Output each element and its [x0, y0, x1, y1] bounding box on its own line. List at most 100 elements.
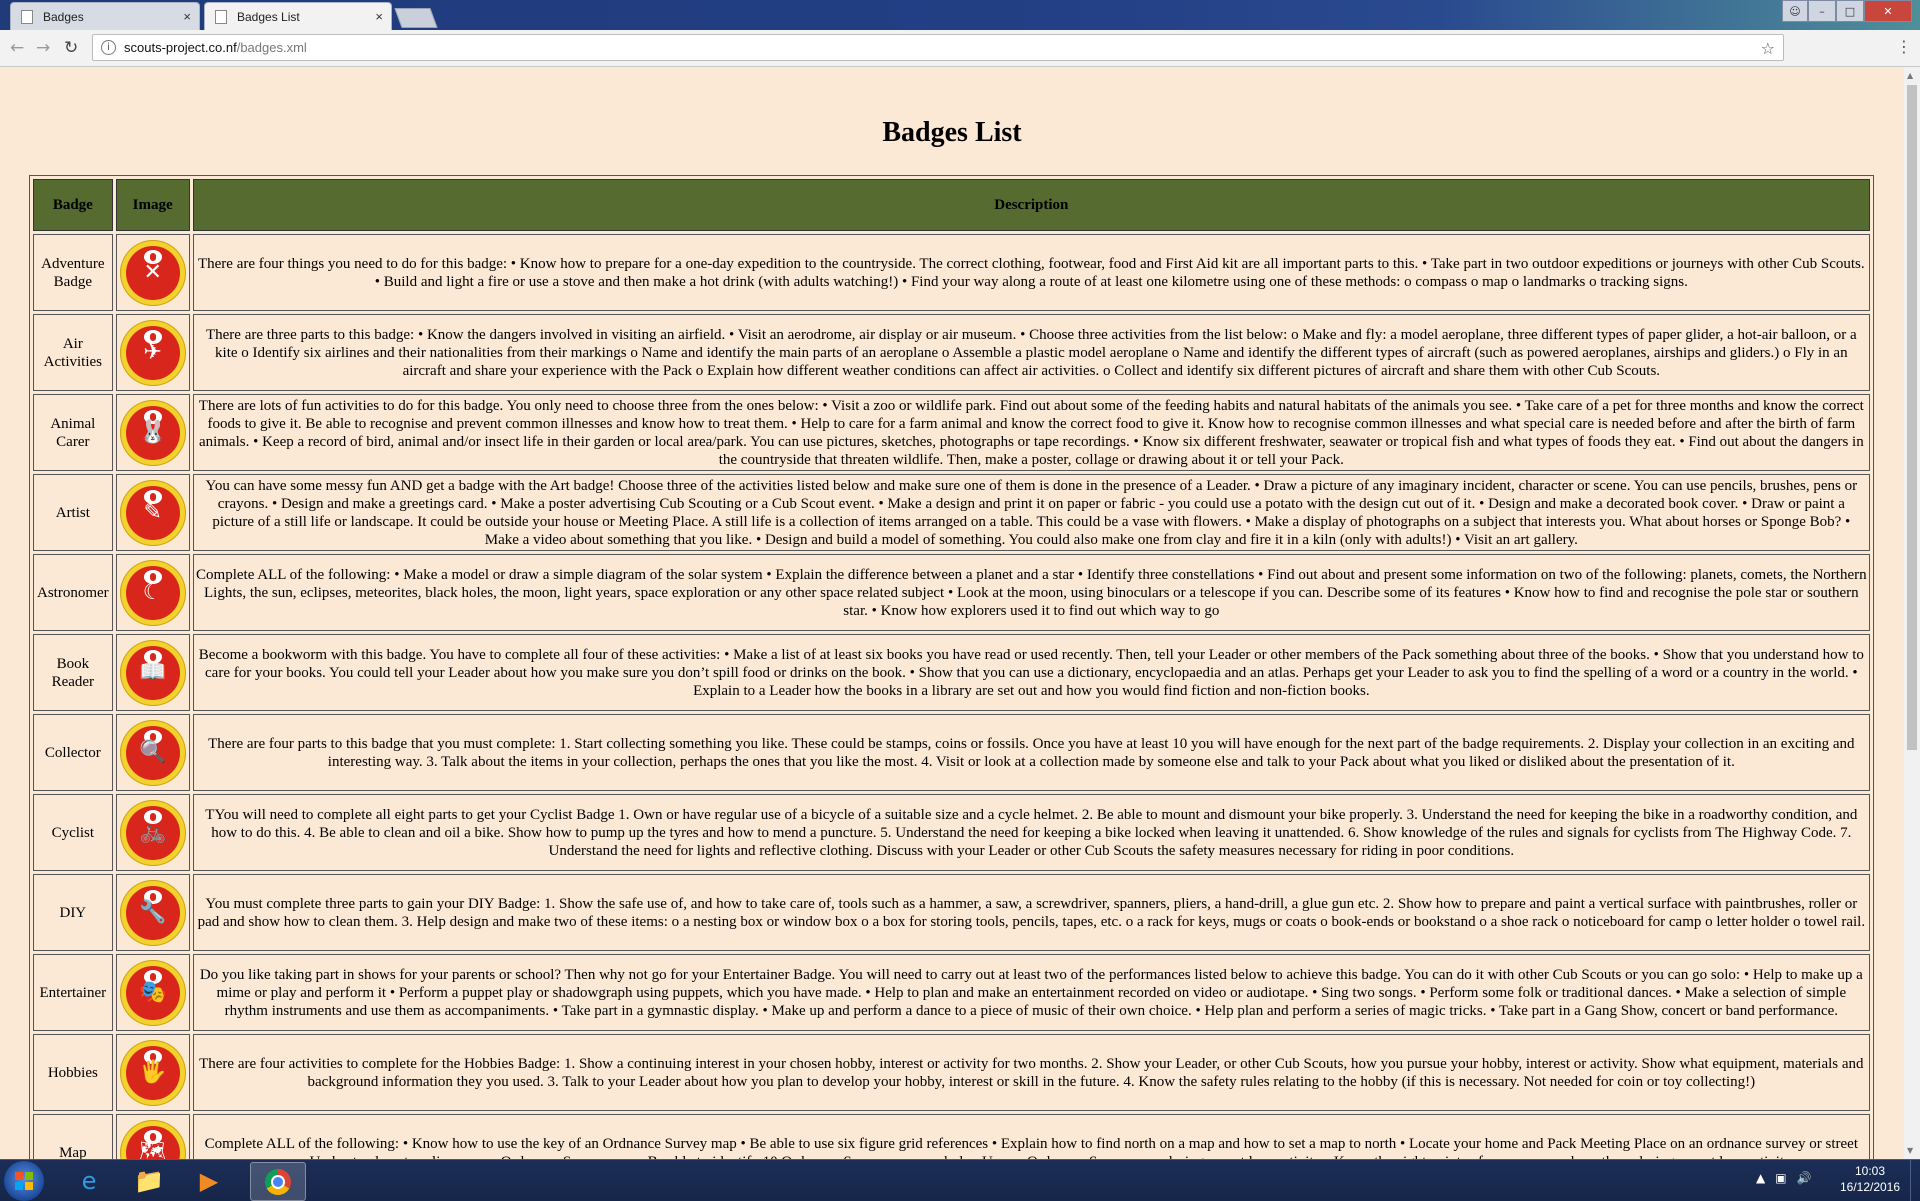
badge-row: Artist ✎ You can have some messy fun AND g… — [33, 474, 1870, 551]
badge-image-cell: ✕ — [115, 234, 190, 311]
page-title: Badges List — [882, 117, 1022, 148]
windows-logo-icon — [15, 1172, 33, 1190]
badge-description: You must complete three parts to gain yo… — [192, 874, 1870, 951]
start-button[interactable] — [4, 1161, 44, 1201]
badge-name: Cyclist — [33, 794, 113, 871]
show-desktop-button[interactable] — [1910, 1160, 1920, 1201]
badge-image-cell: 🖐 — [115, 1034, 190, 1111]
badge-description: Complete ALL of the following: • Make a … — [192, 554, 1870, 631]
badge-row: Book Reader 📖 Become a bookworm with this … — [33, 634, 1870, 711]
tab-label: Badges List — [237, 9, 300, 24]
air-activities-badge-icon: ✈ — [119, 319, 186, 386]
file-explorer-icon[interactable]: 📁 — [122, 1162, 176, 1199]
scroll-up-icon[interactable]: ▲ — [1907, 71, 1913, 80]
badges-table: Badge Image Description Adventure Badge ✕… — [29, 175, 1874, 1159]
entertainer-badge-icon: 🎭 — [119, 959, 186, 1026]
close-tab-icon[interactable]: × — [183, 9, 191, 24]
tab-badges-list[interactable]: Badges List × — [204, 2, 392, 30]
browser-toolbar: ← → ↻ i scouts-project.co.nf/badges.xml … — [0, 30, 1920, 67]
badge-image-cell: 📖 — [115, 634, 190, 711]
maximize-button[interactable]: □ — [1836, 0, 1864, 22]
badge-name: Astronomer — [33, 554, 113, 631]
badge-row: Adventure Badge ✕ There are four things yo… — [33, 234, 1870, 311]
badge-name: DIY — [33, 874, 113, 951]
badge-description: Complete ALL of the following: • Know ho… — [192, 1114, 1870, 1159]
chrome-icon[interactable] — [250, 1162, 306, 1201]
badge-image-cell: 🚲 — [115, 794, 190, 871]
vertical-scrollbar[interactable]: ▲ ▼ — [1904, 67, 1920, 1159]
badge-name: Artist — [33, 474, 113, 551]
badge-name: Entertainer — [33, 954, 113, 1031]
badge-description: Become a bookworm with this badge. You h… — [192, 634, 1870, 711]
user-profile-icon[interactable]: ☺ — [1782, 0, 1808, 22]
badge-name: Adventure Badge — [33, 234, 113, 311]
badge-image-cell: ✎ — [115, 474, 190, 551]
badge-row: DIY 🔧 You must complete three parts to gai… — [33, 874, 1870, 951]
badge-description: TYou will need to complete all eight par… — [192, 794, 1870, 871]
image-column-header: Image — [115, 179, 190, 231]
adventure-badge-icon: ✕ — [119, 239, 186, 306]
book-reader-badge-icon: 📖 — [119, 639, 186, 706]
media-player-icon[interactable]: ▶ — [182, 1162, 236, 1199]
menu-icon[interactable]: ⋮ — [1896, 37, 1912, 56]
tab-strip: Badges × Badges List × ☺ – □ ✕ — [0, 0, 1920, 30]
badge-image-cell: 🐰 — [115, 394, 190, 471]
hobbies-badge-icon: 🖐 — [119, 1039, 186, 1106]
badge-description: There are four parts to this badge that … — [192, 714, 1870, 791]
tab-badges[interactable]: Badges × — [10, 2, 200, 30]
clock-time: 10:03 — [1854, 1164, 1886, 1178]
badge-row: Entertainer 🎭 Do you like taking part in s… — [33, 954, 1870, 1031]
badge-row: Hobbies 🖐 There are four activities to com… — [33, 1034, 1870, 1111]
cyclist-badge-icon: 🚲 — [119, 799, 186, 866]
badge-name: Air Activities — [33, 314, 113, 391]
badge-name: Book Reader — [33, 634, 113, 711]
reload-icon[interactable]: ↻ — [64, 38, 78, 58]
animal-carer-badge-icon: 🐰 — [119, 399, 186, 466]
volume-icon[interactable]: 🔊 — [1797, 1171, 1812, 1185]
badge-image-cell: ☾ — [115, 554, 190, 631]
badge-row: Astronomer ☾ Complete ALL of the following… — [33, 554, 1870, 631]
map-badge-icon: 🗺 — [119, 1119, 186, 1159]
badge-image-cell: 🗺 — [115, 1114, 190, 1159]
forward-arrow-icon[interactable]: → — [36, 38, 50, 58]
address-bar[interactable]: i scouts-project.co.nf/badges.xml ☆ — [92, 34, 1784, 61]
collector-badge-icon: 🔍 — [119, 719, 186, 786]
artist-badge-icon: ✎ — [119, 479, 186, 546]
badge-image-cell: 🔧 — [115, 874, 190, 951]
astronomer-badge-icon: ☾ — [119, 559, 186, 626]
badge-name: Animal Carer — [33, 394, 113, 471]
internet-explorer-icon[interactable]: e — [62, 1162, 116, 1199]
badge-name: Hobbies — [33, 1034, 113, 1111]
badge-description: There are four things you need to do for… — [192, 234, 1870, 311]
table-header-row: Badge Image Description — [33, 179, 1870, 231]
scroll-down-icon[interactable]: ▼ — [1907, 1146, 1913, 1155]
badge-description: There are three parts to this badge: • K… — [192, 314, 1870, 391]
info-icon[interactable]: i — [101, 40, 116, 55]
bookmark-star-icon[interactable]: ☆ — [1761, 39, 1775, 58]
tab-label: Badges — [43, 9, 84, 24]
badge-column-header: Badge — [33, 179, 113, 231]
minimize-button[interactable]: – — [1808, 0, 1836, 22]
description-column-header: Description — [192, 179, 1870, 231]
page-viewport: Badges List Badge Image Description Adve… — [0, 67, 1904, 1159]
page-icon — [215, 9, 227, 24]
diy-badge-icon: 🔧 — [119, 879, 186, 946]
show-hidden-icons-icon[interactable]: ▲ — [1756, 1171, 1765, 1185]
badge-name: Collector — [33, 714, 113, 791]
scroll-thumb[interactable] — [1907, 85, 1917, 750]
back-arrow-icon[interactable]: ← — [10, 38, 24, 58]
new-tab-button[interactable] — [394, 8, 438, 28]
badge-image-cell: 🔍 — [115, 714, 190, 791]
network-icon[interactable]: ▣ — [1775, 1171, 1786, 1185]
system-clock[interactable]: 10:03 16/12/2016 — [1834, 1163, 1906, 1195]
url-path: /badges.xml — [236, 40, 307, 55]
badge-image-cell: 🎭 — [115, 954, 190, 1031]
badge-description: You can have some messy fun AND get a ba… — [192, 474, 1870, 551]
badge-row: Animal Carer 🐰 There are lots of fun activ… — [33, 394, 1870, 471]
windows-taskbar: e 📁 ▶ ▲ ▣ 🔊 10:03 16/12/2016 — [0, 1159, 1920, 1201]
url-host: scouts-project.co.nf — [124, 40, 237, 55]
badge-description: Do you like taking part in shows for you… — [192, 954, 1870, 1031]
close-tab-icon[interactable]: × — [375, 9, 383, 24]
close-window-button[interactable]: ✕ — [1864, 0, 1912, 22]
badge-image-cell: ✈ — [115, 314, 190, 391]
